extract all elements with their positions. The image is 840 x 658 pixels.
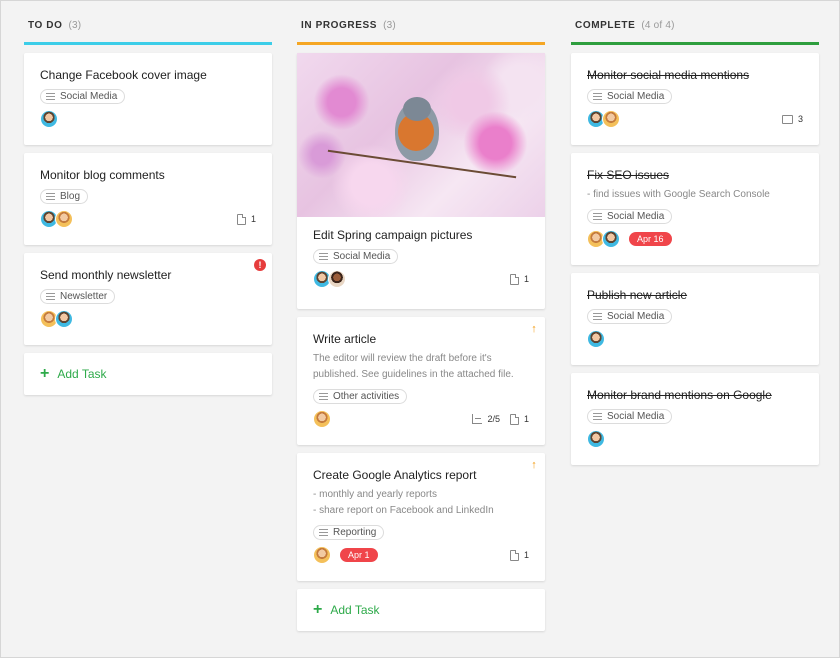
task-title[interactable]: Edit Spring campaign pictures — [313, 227, 529, 243]
cover-image — [297, 53, 545, 217]
attachments-count[interactable]: 1 — [236, 213, 256, 225]
task-card[interactable]: Change Facebook cover image Social Media — [24, 53, 272, 145]
column-todo: TO DO (3) Change Facebook cover image Soc… — [24, 1, 272, 395]
task-description: The editor will review the draft before … — [313, 353, 514, 380]
document-icon — [509, 549, 519, 561]
attachments-count[interactable]: 1 — [509, 413, 529, 425]
comments-count[interactable]: 3 — [781, 114, 803, 124]
column-header: COMPLETE (4 of 4) — [571, 1, 819, 45]
task-tag[interactable]: Social Media — [587, 309, 673, 324]
task-tag[interactable]: Newsletter — [40, 289, 116, 304]
task-tag[interactable]: Social Media — [313, 249, 399, 264]
task-tag[interactable]: Blog — [40, 189, 89, 204]
list-icon — [593, 413, 602, 420]
attachments-count[interactable]: 1 — [509, 549, 529, 561]
document-icon — [509, 413, 519, 425]
tag-label: Blog — [60, 191, 81, 202]
document-icon — [236, 213, 246, 225]
comment-icon — [781, 114, 793, 124]
task-card[interactable]: Publish new article Social Media — [571, 273, 819, 365]
task-title[interactable]: Change Facebook cover image — [40, 67, 256, 83]
task-card[interactable]: ↑ Write article The editor will review t… — [297, 317, 545, 445]
list-icon — [46, 293, 55, 300]
task-card[interactable]: ↑ Create Google Analytics report - month… — [297, 453, 545, 581]
list-icon — [593, 313, 602, 320]
avatar[interactable] — [313, 410, 331, 428]
column-count: (3) — [68, 20, 82, 31]
avatar[interactable] — [587, 330, 605, 348]
column-in-progress: IN PROGRESS (3) Edit Spring campaign pict… — [297, 1, 545, 631]
task-tag[interactable]: Social Media — [587, 409, 673, 424]
list-icon — [319, 393, 328, 400]
attachments-count[interactable]: 1 — [509, 273, 529, 285]
task-title[interactable]: Fix SEO issues — [587, 167, 803, 183]
column-title: TO DO — [28, 20, 63, 31]
tag-label: Social Media — [607, 311, 665, 322]
tag-label: Other activities — [333, 391, 400, 402]
avatar[interactable] — [587, 430, 605, 448]
tag-label: Newsletter — [60, 291, 108, 302]
avatar[interactable] — [602, 110, 620, 128]
task-card[interactable]: Monitor brand mentions on Google Social … — [571, 373, 819, 465]
task-tag[interactable]: Reporting — [313, 525, 385, 540]
task-tag[interactable]: Social Media — [40, 89, 126, 104]
column-title: IN PROGRESS — [301, 20, 378, 31]
board: TO DO (3) Change Facebook cover image Soc… — [0, 0, 840, 658]
task-card[interactable]: Monitor blog comments Blog 1 — [24, 153, 272, 245]
tag-label: Social Media — [607, 91, 665, 102]
subtask-icon — [472, 414, 483, 424]
tag-label: Social Media — [60, 91, 118, 102]
task-description: - monthly and yearly reports - share rep… — [313, 489, 494, 516]
arrow-up-icon: ↑ — [531, 323, 537, 335]
task-title[interactable]: Monitor brand mentions on Google — [587, 387, 803, 403]
task-card[interactable]: ! Send monthly newsletter Newsletter — [24, 253, 272, 345]
avatar[interactable] — [55, 210, 73, 228]
due-date-badge[interactable]: Apr 1 — [340, 548, 378, 562]
column-title: COMPLETE — [575, 20, 636, 31]
add-task-button[interactable]: + Add Task — [24, 353, 272, 395]
list-icon — [319, 529, 328, 536]
task-tag[interactable]: Other activities — [313, 389, 408, 404]
plus-icon: + — [40, 365, 50, 382]
avatar[interactable] — [328, 270, 346, 288]
list-icon — [46, 93, 55, 100]
add-task-button[interactable]: + Add Task — [297, 589, 545, 631]
column-header: TO DO (3) — [24, 1, 272, 45]
task-card[interactable]: Monitor social media mentions Social Med… — [571, 53, 819, 145]
list-icon — [46, 193, 55, 200]
due-date-badge[interactable]: Apr 16 — [629, 232, 672, 246]
avatar[interactable] — [55, 310, 73, 328]
task-title[interactable]: Monitor social media mentions — [587, 67, 803, 83]
task-tag[interactable]: Social Media — [587, 209, 673, 224]
avatar[interactable] — [602, 230, 620, 248]
tag-label: Social Media — [333, 251, 391, 262]
arrow-up-icon: ↑ — [531, 459, 537, 471]
column-count: (4 of 4) — [641, 20, 675, 31]
list-icon — [593, 93, 602, 100]
task-title[interactable]: Publish new article — [587, 287, 803, 303]
task-card[interactable]: Edit Spring campaign pictures Social Med… — [297, 53, 545, 309]
column-complete: COMPLETE (4 of 4) Monitor social media me… — [571, 1, 819, 473]
task-title[interactable]: Write article — [313, 331, 529, 347]
task-tag[interactable]: Social Media — [587, 89, 673, 104]
task-title[interactable]: Create Google Analytics report — [313, 467, 529, 483]
task-title[interactable]: Send monthly newsletter — [40, 267, 256, 283]
list-icon — [319, 253, 328, 260]
avatar[interactable] — [40, 110, 58, 128]
alert-icon: ! — [254, 259, 266, 271]
list-icon — [593, 213, 602, 220]
column-count: (3) — [383, 20, 396, 31]
subtasks-count[interactable]: 2/5 — [472, 414, 500, 424]
plus-icon: + — [313, 601, 323, 618]
tag-label: Reporting — [333, 527, 377, 538]
tag-label: Social Media — [607, 211, 665, 222]
document-icon — [509, 273, 519, 285]
tag-label: Social Media — [607, 411, 665, 422]
task-title[interactable]: Monitor blog comments — [40, 167, 256, 183]
column-header: IN PROGRESS (3) — [297, 1, 545, 45]
task-description: - find issues with Google Search Console — [587, 189, 770, 200]
task-card[interactable]: Fix SEO issues - find issues with Google… — [571, 153, 819, 265]
avatar[interactable] — [313, 546, 331, 564]
